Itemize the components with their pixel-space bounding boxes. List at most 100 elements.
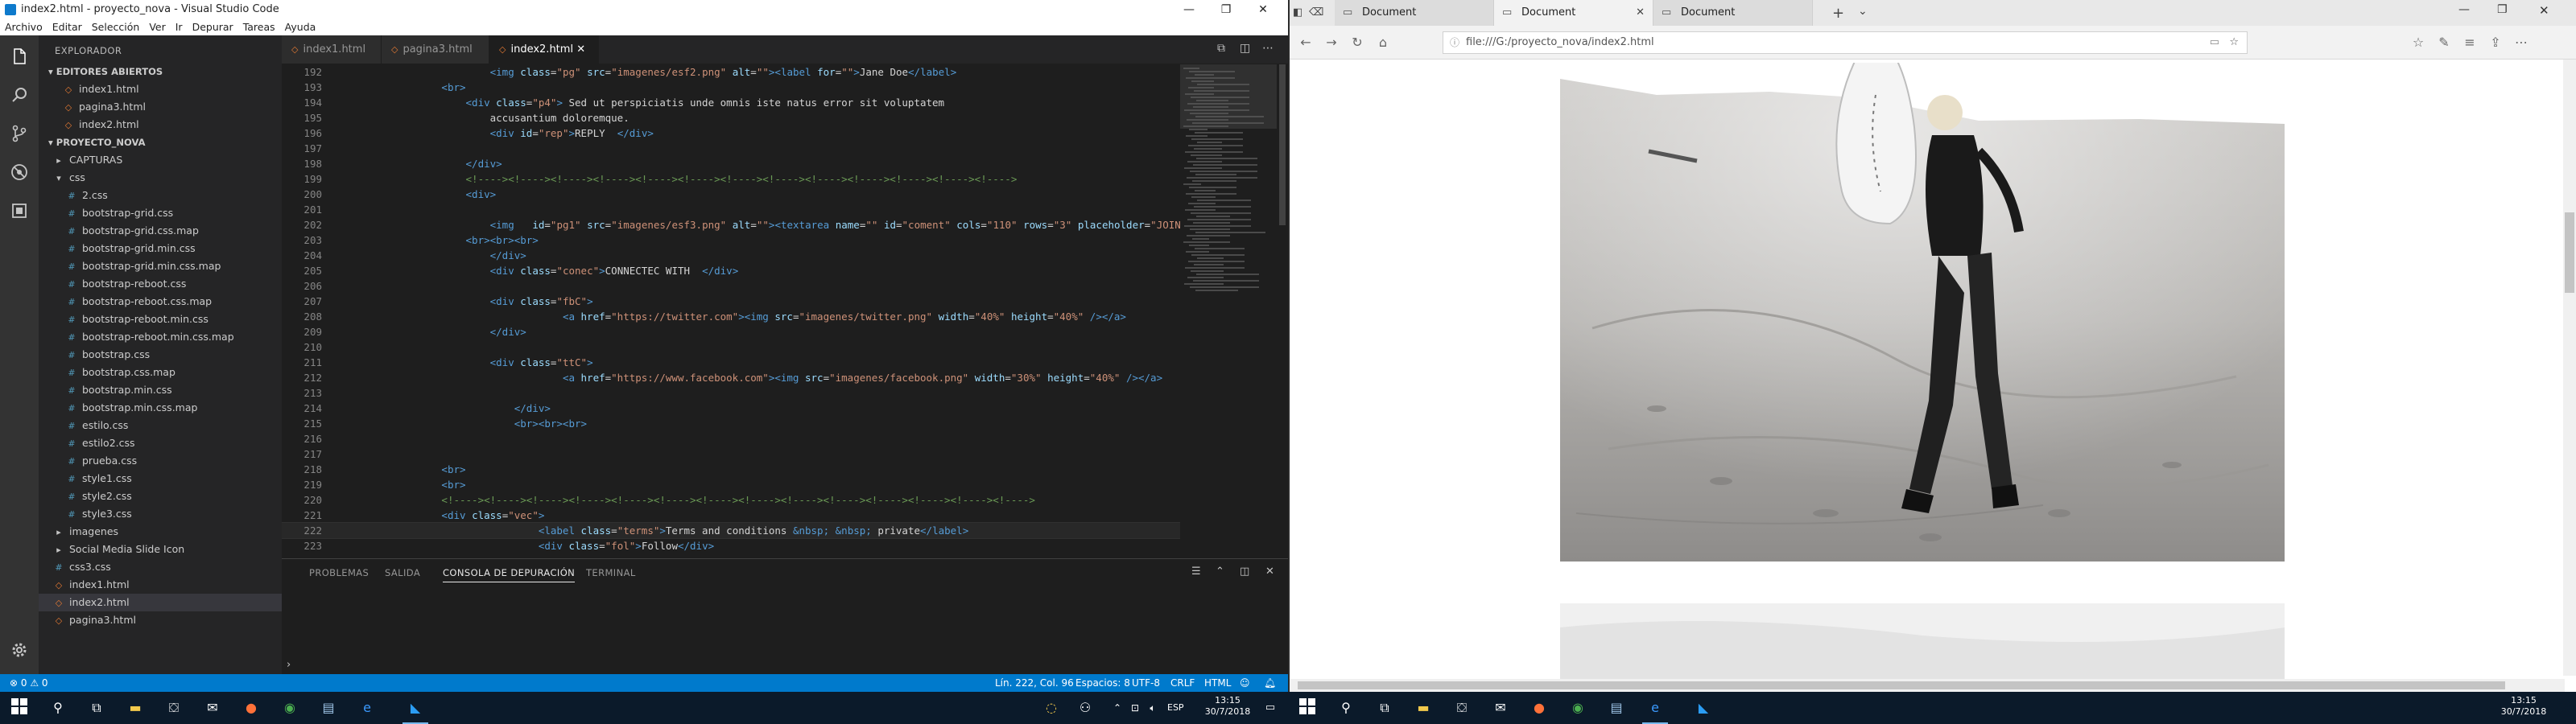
code-line[interactable]: 223 <div class="fol">Follow</div> bbox=[282, 538, 1180, 553]
more-actions-icon[interactable]: ⋯ bbox=[1262, 42, 1274, 55]
notifications-bell-icon[interactable]: 🔔︎ bbox=[1264, 674, 1276, 692]
code-line[interactable]: 221 <div class="vec"> bbox=[282, 508, 1180, 523]
browser-tab[interactable]: ▭ Document ✕ bbox=[1494, 0, 1653, 26]
open-editors-section[interactable]: ▾ EDITORES ABIERTOS bbox=[39, 63, 282, 80]
debug-console-prompt[interactable]: › bbox=[287, 659, 291, 671]
store-icon[interactable]: ⛋ bbox=[1452, 698, 1472, 718]
tree-folder[interactable]: ▸ Social Media Slide Icon bbox=[39, 541, 282, 558]
maximize-panel-icon[interactable]: ◫ bbox=[1240, 566, 1249, 578]
file-explorer-icon[interactable]: ▬ bbox=[1414, 698, 1433, 718]
windows-start-icon[interactable] bbox=[10, 698, 29, 718]
address-bar[interactable]: ⓘ file:///G:/proyecto_nova/index2.html ▭… bbox=[1443, 31, 2248, 54]
new-tab-button[interactable]: + bbox=[1832, 5, 1844, 22]
split-editor-icon[interactable]: ◫ bbox=[1240, 42, 1250, 55]
code-line[interactable]: 198 </div> bbox=[282, 156, 1180, 171]
code-editor[interactable]: 192 <img class="pg" src="imagenes/esf2.p… bbox=[282, 64, 1180, 558]
close-tab-icon[interactable]: ✕ bbox=[573, 43, 585, 56]
panel-tab[interactable]: SALIDA bbox=[385, 567, 420, 578]
code-line[interactable]: 205 <div class="conec">CONNECTEC WITH </… bbox=[282, 263, 1180, 278]
open-editor-item[interactable]: ◇ index1.html bbox=[39, 80, 282, 98]
code-line[interactable]: 197 bbox=[282, 141, 1180, 156]
cursor-position[interactable]: Lín. 222, Col. 96 bbox=[995, 674, 1074, 692]
edge-icon[interactable]: e bbox=[357, 698, 377, 718]
code-line[interactable]: 217 bbox=[282, 446, 1180, 462]
menu-item-5[interactable]: Depurar bbox=[188, 19, 238, 33]
debug-icon[interactable] bbox=[10, 162, 29, 182]
tree-file[interactable]: # bootstrap-reboot.min.css.map bbox=[39, 328, 282, 346]
restore-button[interactable]: ❐ bbox=[1208, 0, 1245, 19]
page-horizontal-scrollbar[interactable] bbox=[1290, 679, 2565, 692]
editor-tab[interactable]: ◇ index1.html bbox=[282, 35, 382, 64]
code-line[interactable]: 201 bbox=[282, 202, 1180, 217]
tree-file[interactable]: ◇ index1.html bbox=[39, 576, 282, 594]
editor-scroll-thumb[interactable] bbox=[1279, 64, 1286, 225]
code-line[interactable]: 203 <br><br><br> bbox=[282, 232, 1180, 248]
indentation-status[interactable]: Espacios: 8 bbox=[1075, 674, 1130, 692]
code-line[interactable]: 206 bbox=[282, 278, 1180, 294]
code-line[interactable]: 211 <div class="ttC"> bbox=[282, 355, 1180, 370]
code-line[interactable]: 194 <div class="p4"> Sed ut perspiciatis… bbox=[282, 95, 1180, 110]
page-vertical-scrollbar[interactable] bbox=[2563, 60, 2576, 676]
chevron-up-icon[interactable]: ⌃ bbox=[1216, 566, 1224, 578]
tree-file[interactable]: # style1.css bbox=[39, 470, 282, 487]
problems-status[interactable]: ⊗ 0 ⚠ 0 bbox=[10, 674, 48, 692]
notepad-icon[interactable]: ▤ bbox=[319, 698, 338, 718]
reading-list-icon[interactable]: ≡ bbox=[2460, 34, 2479, 53]
code-line[interactable]: 199 <!----><!----><!----><!----><!----><… bbox=[282, 171, 1180, 187]
reading-view-icon[interactable]: ▭ bbox=[2210, 32, 2219, 53]
minimap[interactable] bbox=[1180, 64, 1277, 558]
action-center-icon[interactable]: ▭ bbox=[1261, 698, 1280, 718]
notepad-icon[interactable]: ▤ bbox=[1607, 698, 1626, 718]
code-line[interactable]: 193 <br> bbox=[282, 80, 1180, 95]
editor-tab[interactable]: ◇ index2.html ✕ bbox=[489, 35, 599, 64]
code-line[interactable]: 222 <label class="terms">Terms and condi… bbox=[282, 522, 1180, 539]
tree-file[interactable]: # style2.css bbox=[39, 487, 282, 505]
code-line[interactable]: 215 <br><br><br> bbox=[282, 416, 1180, 431]
browser-tab[interactable]: ▭ Document bbox=[1653, 0, 1813, 26]
task-view-icon[interactable]: ⧉ bbox=[1375, 698, 1394, 718]
back-arrow-icon[interactable]: ← bbox=[1296, 34, 1315, 53]
feedback-icon[interactable]: ☺ bbox=[1240, 674, 1250, 692]
browser-restore-button[interactable]: ❐ bbox=[2497, 3, 2508, 16]
clock-area[interactable]: 13:15 30/7/2018 bbox=[1199, 695, 1256, 718]
extensions-icon[interactable] bbox=[10, 201, 29, 220]
tree-file[interactable]: # bootstrap-reboot.css.map bbox=[39, 293, 282, 311]
page-hscroll-thumb[interactable] bbox=[1298, 681, 2505, 689]
tree-file[interactable]: # bootstrap-reboot.css bbox=[39, 275, 282, 293]
panel-tab[interactable]: CONSOLA DE DEPURACIÓN bbox=[443, 567, 576, 582]
home-icon[interactable]: ⌂ bbox=[1373, 34, 1393, 53]
firefox-icon[interactable]: ● bbox=[1530, 698, 1549, 718]
forward-arrow-icon[interactable]: → bbox=[1322, 34, 1341, 53]
code-line[interactable]: 195 accusantium doloremque. bbox=[282, 110, 1180, 125]
file-explorer-icon[interactable]: ▬ bbox=[126, 698, 145, 718]
project-section[interactable]: ▾ PROYECTO_NOVA bbox=[39, 134, 282, 151]
menu-item-1[interactable]: Editar bbox=[47, 19, 87, 33]
minimize-button[interactable]: — bbox=[1170, 0, 1208, 19]
tree-file[interactable]: # bootstrap-grid.min.css.map bbox=[39, 257, 282, 275]
network-icon[interactable]: ⊡ bbox=[1125, 698, 1145, 718]
code-line[interactable]: 207 <div class="fbC"> bbox=[282, 294, 1180, 309]
menu-item-4[interactable]: Ir bbox=[171, 19, 188, 33]
tree-folder[interactable]: ▸ CAPTURAS bbox=[39, 151, 282, 169]
close-panel-icon[interactable]: ✕ bbox=[1265, 566, 1274, 578]
refresh-icon[interactable]: ↻ bbox=[1348, 34, 1367, 53]
tabs-aside-icon[interactable]: ⌫ bbox=[1309, 6, 1323, 19]
tree-file[interactable]: # bootstrap-grid.css bbox=[39, 204, 282, 222]
filter-list-icon[interactable]: ☰ bbox=[1191, 566, 1201, 578]
tree-file[interactable]: # style3.css bbox=[39, 505, 282, 523]
tree-file[interactable]: # bootstrap.css bbox=[39, 346, 282, 364]
tree-file[interactable]: # bootstrap-grid.min.css bbox=[39, 240, 282, 257]
language-indicator[interactable]: ESP bbox=[1167, 702, 1184, 714]
panel-tab[interactable]: PROBLEMAS bbox=[309, 567, 369, 578]
editor-scrollbar[interactable] bbox=[1277, 64, 1288, 558]
task-view-icon[interactable]: ⧉ bbox=[87, 698, 106, 718]
tab-preview-icon[interactable]: ◧ bbox=[1293, 6, 1302, 19]
code-line[interactable]: 202 <img id="pg1" src="imagenes/esf3.png… bbox=[282, 217, 1180, 232]
close-window-button[interactable]: ✕ bbox=[1245, 0, 1282, 19]
tree-file[interactable]: ◇ pagina3.html bbox=[39, 611, 282, 629]
eol-status[interactable]: CRLF bbox=[1170, 674, 1195, 692]
editor-tab[interactable]: ◇ pagina3.html bbox=[382, 35, 489, 64]
edge-icon[interactable]: e bbox=[1642, 698, 1668, 724]
explorer-icon[interactable] bbox=[10, 47, 29, 66]
tray-chevron-icon[interactable]: ⌃ bbox=[1108, 698, 1127, 718]
